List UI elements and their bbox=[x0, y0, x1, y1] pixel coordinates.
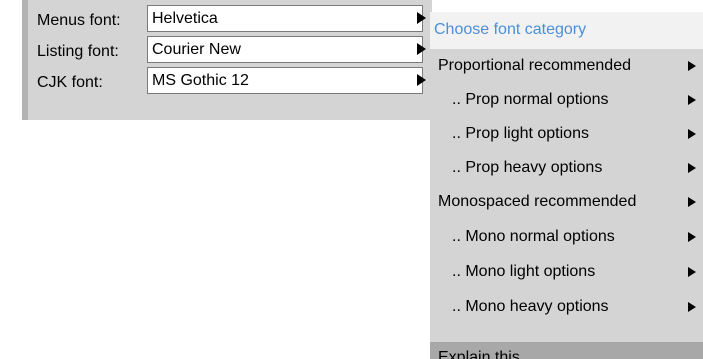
menu-item-prop-heavy-options[interactable]: .. Prop heavy options bbox=[430, 151, 703, 185]
menus-font-selector[interactable]: Helvetica bbox=[147, 5, 426, 32]
menu-item-proportional-recommended[interactable]: Proportional recommended bbox=[430, 49, 703, 83]
submenu-arrow-icon bbox=[688, 232, 696, 242]
submenu-arrow-icon bbox=[688, 61, 696, 71]
submenu-arrow-icon bbox=[688, 197, 696, 207]
submenu-arrow-icon bbox=[688, 95, 696, 105]
menu-item-label: Proportional recommended bbox=[438, 57, 631, 74]
menu-item-label: .. Mono light options bbox=[452, 263, 596, 280]
menu-footer-label: Explain this bbox=[438, 349, 520, 359]
menu-item-label: Monospaced recommended bbox=[438, 193, 637, 210]
menu-item-monospaced-recommended[interactable]: Monospaced recommended bbox=[430, 185, 703, 219]
menu-item-label: .. Mono heavy options bbox=[452, 298, 609, 315]
menu-item-label: .. Prop light options bbox=[452, 125, 589, 142]
menu-item-label: .. Prop normal options bbox=[452, 91, 609, 108]
submenu-arrow-icon bbox=[688, 129, 696, 139]
menu-item-explain-this[interactable]: Explain this bbox=[430, 342, 703, 359]
submenu-arrow-icon bbox=[688, 163, 696, 173]
cjk-font-arrow-icon[interactable] bbox=[417, 74, 426, 86]
cjk-font-label: CJK font: bbox=[37, 74, 103, 91]
cjk-font-value: MS Gothic 12 bbox=[152, 72, 249, 89]
submenu-arrow-icon bbox=[688, 302, 696, 312]
font-settings-panel: Menus font: Helvetica Listing font: Cour… bbox=[22, 0, 432, 120]
menus-font-row: Menus font: Helvetica bbox=[22, 4, 432, 35]
listing-font-arrow-icon[interactable] bbox=[417, 43, 426, 55]
menu-header: Choose font category bbox=[430, 12, 703, 49]
menus-font-label: Menus font: bbox=[37, 12, 121, 29]
menu-item-mono-heavy-options[interactable]: .. Mono heavy options bbox=[430, 290, 703, 324]
menus-font-value: Helvetica bbox=[152, 10, 218, 27]
menu-item-prop-normal-options[interactable]: .. Prop normal options bbox=[430, 83, 703, 117]
menu-item-mono-light-options[interactable]: .. Mono light options bbox=[430, 255, 703, 289]
listing-font-label: Listing font: bbox=[37, 43, 119, 60]
cjk-font-row: CJK font: MS Gothic 12 bbox=[22, 66, 432, 97]
listing-font-row: Listing font: Courier New bbox=[22, 35, 432, 66]
menu-item-label: .. Mono normal options bbox=[452, 228, 615, 245]
menus-font-arrow-icon[interactable] bbox=[417, 12, 426, 24]
submenu-arrow-icon bbox=[688, 267, 696, 277]
cjk-font-selector[interactable]: MS Gothic 12 bbox=[147, 67, 426, 94]
panel-left-edge bbox=[22, 0, 28, 120]
menu-item-mono-normal-options[interactable]: .. Mono normal options bbox=[430, 220, 703, 254]
listing-font-selector[interactable]: Courier New bbox=[147, 36, 426, 63]
listing-font-value: Courier New bbox=[152, 41, 241, 58]
font-category-menu: Choose font category Proportional recomm… bbox=[430, 12, 703, 359]
menu-item-prop-light-options[interactable]: .. Prop light options bbox=[430, 117, 703, 151]
menu-header-title: Choose font category bbox=[434, 21, 587, 38]
menu-item-label: .. Prop heavy options bbox=[452, 159, 603, 176]
